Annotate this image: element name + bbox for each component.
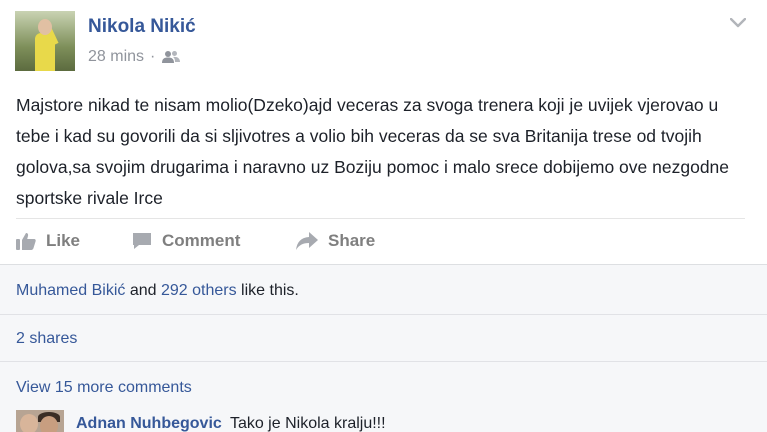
author-name[interactable]: Nikola Nikić	[88, 16, 196, 38]
share-arrow-icon	[296, 232, 318, 250]
action-bar: Like Comment Share	[16, 219, 745, 263]
like-label: Like	[46, 231, 81, 250]
author-avatar[interactable]	[15, 11, 75, 71]
thumbs-up-icon	[16, 233, 36, 250]
post-text: Majstore nikad te nisam molio(Dzeko)ajd …	[16, 95, 730, 208]
commenter-avatar[interactable]	[16, 410, 64, 432]
share-button[interactable]: Share	[296, 219, 375, 263]
post-meta: 28 mins ·	[88, 47, 181, 67]
post-options-button[interactable]	[728, 13, 748, 33]
friends-icon[interactable]	[162, 50, 181, 64]
post-card: Nikola Nikić 28 mins · Majstore nikad te…	[0, 0, 767, 265]
divider	[0, 314, 767, 315]
comment-item: Adnan Nuhbegovic Tako je Nikola kralju!!…	[76, 415, 386, 432]
share-label: Share	[328, 231, 376, 250]
likes-summary: Muhamed Bikić and 292 others like this.	[16, 282, 299, 300]
likes-suffix: like this.	[241, 282, 299, 299]
likes-connector: and	[129, 282, 157, 299]
divider	[0, 361, 767, 362]
post-timestamp[interactable]: 28 mins	[88, 48, 144, 66]
comment-author-link[interactable]: Adnan Nuhbegovic	[76, 415, 222, 432]
comment-label: Comment	[162, 231, 241, 250]
view-more-comments-link[interactable]: View 15 more comments	[16, 379, 192, 397]
meta-separator: ·	[150, 48, 156, 65]
comment-icon	[133, 233, 151, 249]
chevron-down-icon	[730, 18, 746, 28]
comment-button[interactable]: Comment	[132, 219, 240, 263]
others-link[interactable]: 292 others	[161, 282, 237, 299]
feedback-section: Muhamed Bikić and 292 others like this. …	[0, 264, 767, 432]
like-button[interactable]: Like	[16, 219, 80, 263]
comment-text: Tako je Nikola kralju!!!	[229, 415, 386, 432]
liker-name-link[interactable]: Muhamed Bikić	[16, 282, 125, 299]
shares-link[interactable]: 2 shares	[16, 330, 77, 348]
